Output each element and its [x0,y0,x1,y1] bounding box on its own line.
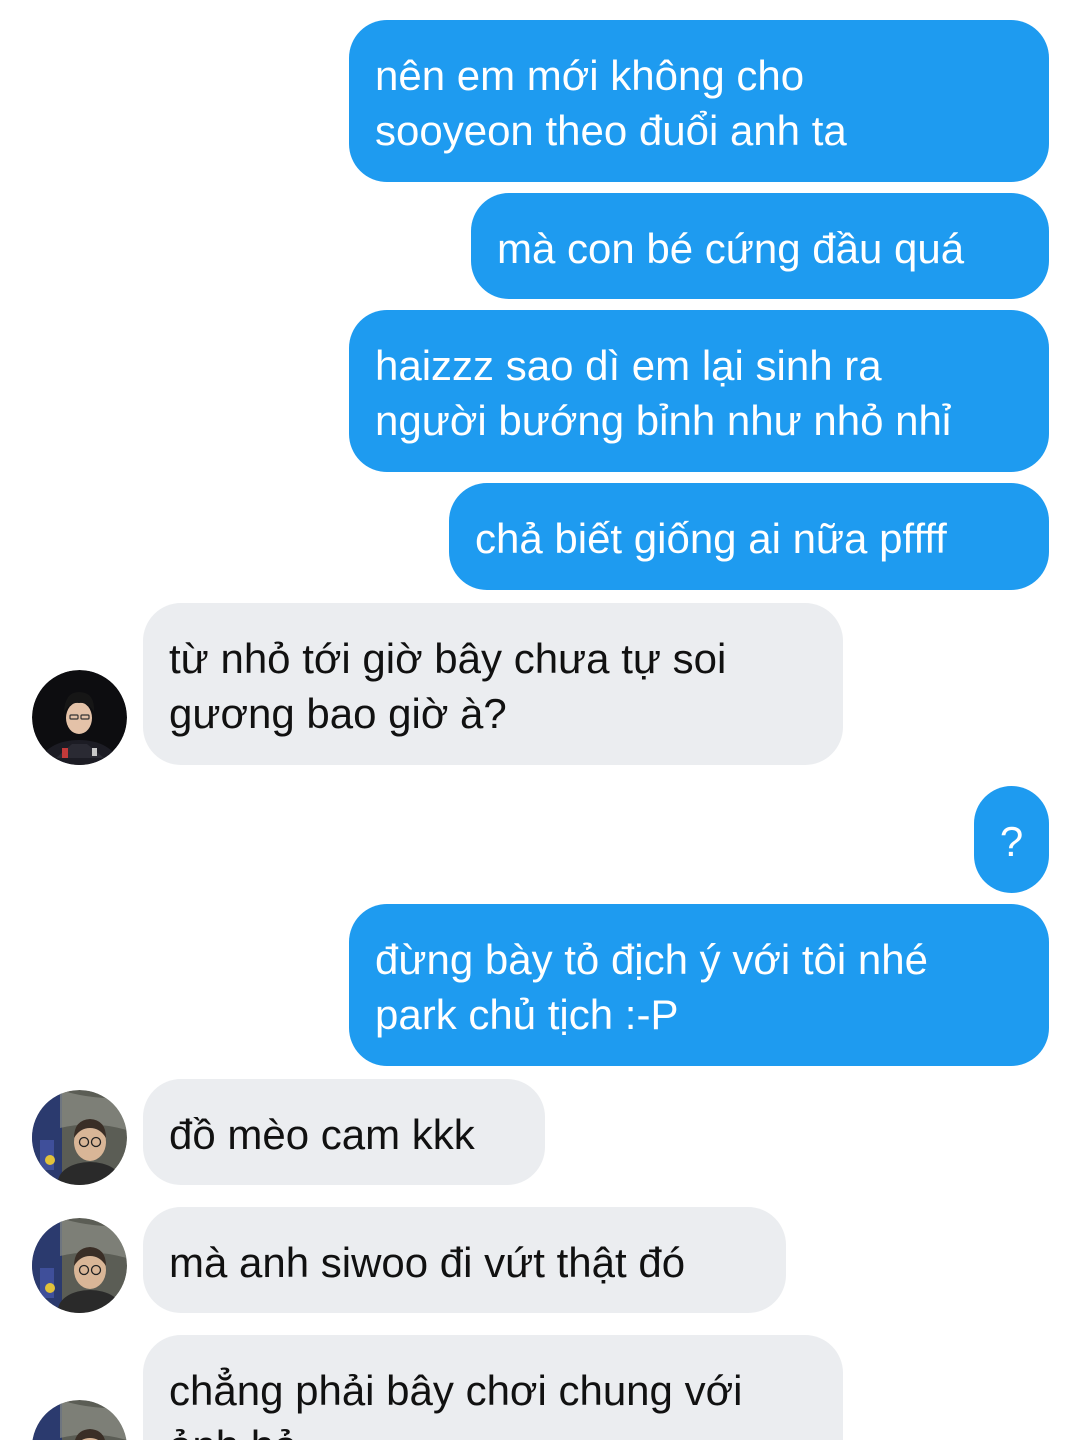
sent-message-bubble[interactable]: mà con bé cứng đầu quá [471,193,1049,299]
sent-message-bubble[interactable]: chả biết giống ai nữa pffff [449,483,1049,590]
chat-screen: nên em mới không cho sooyeon theo đuổi a… [0,0,1080,1440]
sent-message-bubble[interactable]: ? [974,786,1049,893]
contact-avatar-icon[interactable] [32,670,127,765]
contact-avatar-icon[interactable] [32,1218,127,1313]
sent-message-bubble[interactable]: nên em mới không cho sooyeon theo đuổi a… [349,20,1049,182]
received-message-bubble[interactable]: từ nhỏ tới giờ bây chưa tự soi gương bao… [143,603,843,765]
contact-avatar-icon[interactable] [32,1090,127,1185]
contact-avatar-icon[interactable] [32,1400,127,1440]
received-message-bubble[interactable]: mà anh siwoo đi vứt thật đó [143,1207,786,1313]
sent-message-bubble[interactable]: haizzz sao dì em lại sinh ra người bướng… [349,310,1049,472]
sent-message-bubble[interactable]: đừng bày tỏ địch ý với tôi nhé park chủ … [349,904,1049,1066]
received-message-bubble[interactable]: chẳng phải bây chơi chung với ảnh hả [143,1335,843,1440]
received-message-bubble[interactable]: đồ mèo cam kkk [143,1079,545,1185]
